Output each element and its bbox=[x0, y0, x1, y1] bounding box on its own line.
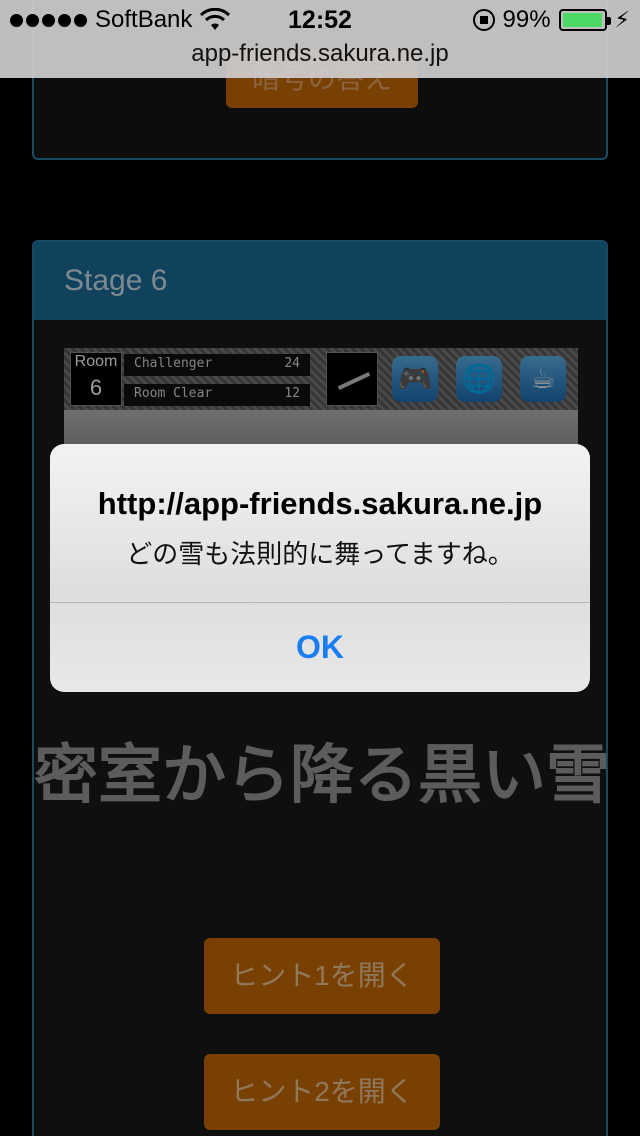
alert-ok-button[interactable]: OK bbox=[50, 603, 590, 692]
alert-title: http://app-friends.sakura.ne.jp bbox=[97, 486, 543, 521]
status-right-group: 99% ⚡ bbox=[472, 6, 630, 34]
address-bar[interactable]: app-friends.sakura.ne.jp bbox=[0, 40, 640, 78]
rotation-lock-icon bbox=[472, 9, 495, 31]
alert-message: どの雪も法則的に舞ってますね。 bbox=[126, 539, 514, 569]
url-text: app-friends.sakura.ne.jp bbox=[191, 40, 449, 67]
battery-percent: 99% bbox=[502, 6, 551, 33]
battery-icon bbox=[558, 9, 611, 31]
status-bar: SoftBank 12:52 99% ⚡ bbox=[0, 0, 640, 40]
charging-icon: ⚡ bbox=[614, 7, 630, 32]
alert-dialog: http://app-friends.sakura.ne.jp どの雪も法則的に… bbox=[50, 444, 590, 692]
battery-level bbox=[562, 13, 603, 27]
